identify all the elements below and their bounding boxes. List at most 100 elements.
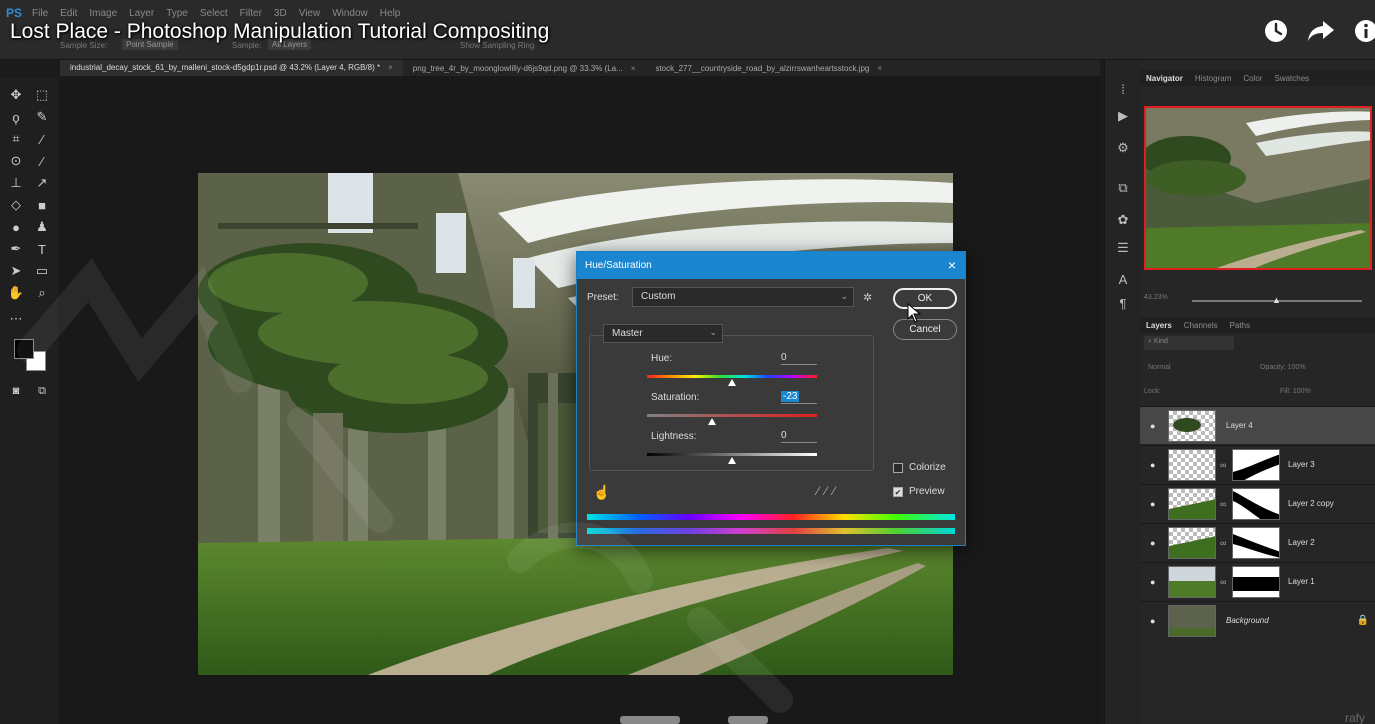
eraser-icon[interactable]: ◇ <box>6 196 26 214</box>
hue-slider-track[interactable] <box>647 375 817 378</box>
foreground-color[interactable] <box>14 339 34 359</box>
visibility-eye-icon[interactable]: ● <box>1150 616 1155 626</box>
share-icon[interactable] <box>1307 19 1335 43</box>
close-icon[interactable]: × <box>388 60 393 76</box>
history-panel-icon[interactable]: ⁞ <box>1115 82 1131 97</box>
brush-panel-icon[interactable]: ✿ <box>1115 212 1131 228</box>
eyedropper-icon[interactable]: ⁄ <box>32 130 52 148</box>
layer-mask-thumbnail[interactable] <box>1232 488 1280 520</box>
marquee-icon[interactable]: ⬚ <box>32 86 52 104</box>
tab-countryside-road[interactable]: stock_277__countryside_road_by_alzirrswa… <box>645 64 892 73</box>
tab-industrial-decay[interactable]: industrial_decay_stock_61_by_malleni_sto… <box>60 60 403 76</box>
eyedropper-tools[interactable]: ⁄⁄⁄ <box>817 484 841 498</box>
preset-select[interactable]: Custom ⌄ <box>632 287 854 307</box>
visibility-eye-icon[interactable]: ● <box>1150 538 1155 548</box>
menu-type[interactable]: Type <box>166 8 188 19</box>
saturation-input[interactable]: -23 <box>781 391 817 404</box>
menu-help[interactable]: Help <box>380 8 401 19</box>
layer-row-layer-3[interactable]: ● ∞ Layer 3 <box>1140 445 1375 483</box>
blur-icon[interactable]: ● <box>6 218 26 236</box>
brush-icon[interactable]: ∕ <box>32 152 52 170</box>
link-icon[interactable]: ∞ <box>1220 499 1226 509</box>
navigator-preview[interactable] <box>1144 106 1372 270</box>
pen-icon[interactable]: ✒ <box>6 240 26 258</box>
colorize-checkbox[interactable]: Colorize <box>893 462 946 473</box>
patch-icon[interactable]: ⊙ <box>6 152 26 170</box>
adjustments-panel-icon[interactable]: ☰ <box>1115 240 1131 256</box>
layer-mask-thumbnail[interactable] <box>1232 527 1280 559</box>
tab-swatches[interactable]: Swatches <box>1268 74 1315 83</box>
tab-histogram[interactable]: Histogram <box>1189 74 1237 83</box>
layer-mask-thumbnail[interactable] <box>1232 566 1280 598</box>
cancel-button[interactable]: Cancel <box>893 319 957 340</box>
menu-view[interactable]: View <box>299 8 321 19</box>
lightness-input[interactable]: 0 <box>781 430 817 443</box>
colorize-check[interactable] <box>893 462 903 473</box>
layer-row-layer-4[interactable]: ● Layer 4 <box>1140 406 1375 444</box>
ok-button[interactable]: OK <box>893 288 957 309</box>
zoom-icon[interactable]: ⌕ <box>32 284 52 302</box>
on-image-adjust-hand-icon[interactable]: ☝ <box>593 484 610 501</box>
menu-filter[interactable]: Filter <box>240 8 262 19</box>
menu-window[interactable]: Window <box>332 8 368 19</box>
hand-icon[interactable]: ✋ <box>6 284 26 302</box>
rectangle-icon[interactable]: ▭ <box>32 262 52 280</box>
layer-kind-filter[interactable]: ⌕ Kind <box>1144 336 1234 350</box>
history-brush-icon[interactable]: ↗ <box>32 174 52 192</box>
properties-panel-icon[interactable]: ⚙ <box>1115 140 1131 156</box>
lightness-slider-track[interactable] <box>647 453 817 456</box>
play-actions-icon[interactable]: ▶ <box>1115 108 1131 124</box>
screen-mode-icon[interactable]: ⧉ <box>32 382 52 400</box>
menu-edit[interactable]: Edit <box>60 8 77 19</box>
preview-check[interactable]: ✔ <box>893 486 903 497</box>
gear-icon[interactable]: ✲ <box>863 291 872 304</box>
dodge-icon[interactable]: ♟ <box>32 218 52 236</box>
menu-layer[interactable]: Layer <box>129 8 154 19</box>
lasso-icon[interactable]: ϙ <box>6 108 26 126</box>
visibility-eye-icon[interactable]: ● <box>1150 421 1155 431</box>
lightness-slider-handle[interactable] <box>728 457 736 464</box>
tab-navigator[interactable]: Navigator <box>1140 74 1189 83</box>
layer-row-background[interactable]: ● Background 🔒 <box>1140 601 1375 639</box>
menu-3d[interactable]: 3D <box>274 8 287 19</box>
layer-mask-thumbnail[interactable] <box>1232 449 1280 481</box>
fill-field[interactable]: Fill: 100% <box>1280 388 1311 395</box>
layer-row-layer-2-copy[interactable]: ● ∞ Layer 2 copy <box>1140 484 1375 522</box>
paragraph-panel-icon[interactable]: ¶ <box>1115 296 1131 311</box>
tab-png-tree[interactable]: png_tree_4r_by_moonglowlilly-d6js9qd.png… <box>403 64 646 73</box>
layer-row-layer-1[interactable]: ● ∞ Layer 1 <box>1140 562 1375 600</box>
tab-color[interactable]: Color <box>1237 74 1268 83</box>
tab-layers[interactable]: Layers <box>1140 321 1178 330</box>
move-icon[interactable]: ✥ <box>6 86 26 104</box>
hue-input[interactable]: 0 <box>781 352 817 365</box>
menu-select[interactable]: Select <box>200 8 228 19</box>
link-icon[interactable]: ∞ <box>1220 577 1226 587</box>
menu-file[interactable]: File <box>32 8 48 19</box>
visibility-eye-icon[interactable]: ● <box>1150 499 1155 509</box>
close-icon[interactable]: × <box>877 64 882 73</box>
lock-controls[interactable]: Lock: <box>1144 388 1161 395</box>
menu-image[interactable]: Image <box>89 8 117 19</box>
channel-select[interactable]: Master ⌄ <box>603 324 723 343</box>
quick-select-icon[interactable]: ✎ <box>32 108 52 126</box>
preview-checkbox[interactable]: ✔ Preview <box>893 486 945 497</box>
layer-row-layer-2[interactable]: ● ∞ Layer 2 <box>1140 523 1375 561</box>
libraries-panel-icon[interactable]: ⧉ <box>1115 180 1131 196</box>
close-icon[interactable]: × <box>948 257 956 273</box>
quick-mask-icon[interactable]: ◙ <box>6 382 26 400</box>
saturation-slider-track[interactable] <box>647 414 817 417</box>
link-icon[interactable]: ∞ <box>1220 538 1226 548</box>
blend-mode-select[interactable]: Normal <box>1144 362 1224 375</box>
crop-icon[interactable]: ⌗ <box>6 130 26 148</box>
opacity-field[interactable]: Opacity: 100% <box>1260 364 1306 371</box>
visibility-eye-icon[interactable]: ● <box>1150 460 1155 470</box>
gradient-icon[interactable]: ■ <box>32 196 52 214</box>
saturation-slider-handle[interactable] <box>708 418 717 425</box>
close-icon[interactable]: × <box>631 64 636 73</box>
hue-slider-handle[interactable] <box>728 379 736 386</box>
more-tools-icon[interactable]: ⋯ <box>6 310 26 328</box>
clock-icon[interactable] <box>1263 18 1289 44</box>
info-icon[interactable] <box>1353 18 1375 44</box>
tab-channels[interactable]: Channels <box>1178 321 1224 330</box>
tab-paths[interactable]: Paths <box>1224 321 1256 330</box>
